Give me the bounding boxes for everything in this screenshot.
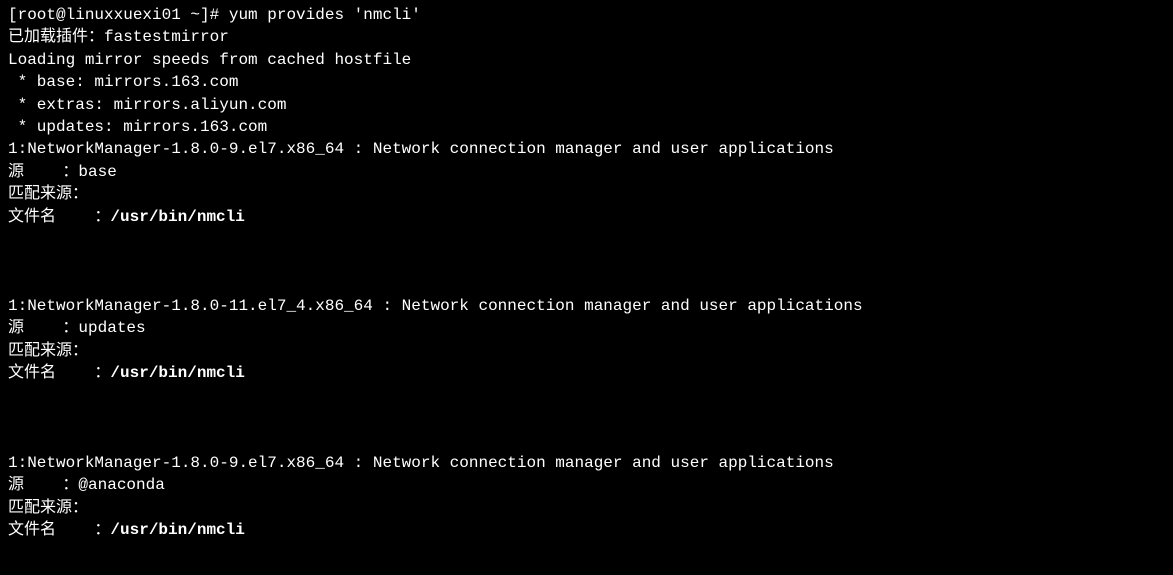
terminal-output[interactable]: [root@linuxxuexi01 ~]# yum provides 'nmc… <box>8 4 1165 541</box>
filename-value: /usr/bin/nmcli <box>110 208 244 226</box>
filename-line: 文件名 ：/usr/bin/nmcli <box>8 362 1165 384</box>
filename-label: 文件名 ： <box>8 521 110 539</box>
filename-label: 文件名 ： <box>8 364 110 382</box>
command-text: yum provides 'nmcli' <box>229 6 421 24</box>
blank-line <box>8 250 1165 272</box>
blank-line <box>8 407 1165 429</box>
filename-value: /usr/bin/nmcli <box>110 364 244 382</box>
blank-line <box>8 273 1165 295</box>
output-line: * extras: mirrors.aliyun.com <box>8 94 1165 116</box>
output-line: * base: mirrors.163.com <box>8 71 1165 93</box>
package-name-desc: 1:NetworkManager-1.8.0-9.el7.x86_64 : Ne… <box>8 452 1165 474</box>
package-source: 源 ：base <box>8 161 1165 183</box>
filename-value: /usr/bin/nmcli <box>110 521 244 539</box>
source-value: @anaconda <box>78 476 164 494</box>
source-value: updates <box>78 319 145 337</box>
command-line: [root@linuxxuexi01 ~]# yum provides 'nmc… <box>8 4 1165 26</box>
filename-line: 文件名 ：/usr/bin/nmcli <box>8 206 1165 228</box>
package-name-desc: 1:NetworkManager-1.8.0-9.el7.x86_64 : Ne… <box>8 138 1165 160</box>
package-name-desc: 1:NetworkManager-1.8.0-11.el7_4.x86_64 :… <box>8 295 1165 317</box>
match-source: 匹配来源： <box>8 340 1165 362</box>
output-line: Loading mirror speeds from cached hostfi… <box>8 49 1165 71</box>
match-source: 匹配来源： <box>8 497 1165 519</box>
source-label: 源 ： <box>8 319 78 337</box>
filename-line: 文件名 ：/usr/bin/nmcli <box>8 519 1165 541</box>
blank-line <box>8 385 1165 407</box>
source-value: base <box>78 163 116 181</box>
package-source: 源 ：@anaconda <box>8 474 1165 496</box>
blank-line <box>8 228 1165 250</box>
output-line: * updates: mirrors.163.com <box>8 116 1165 138</box>
package-source: 源 ：updates <box>8 317 1165 339</box>
output-line: 已加载插件：fastestmirror <box>8 26 1165 48</box>
source-label: 源 ： <box>8 163 78 181</box>
source-label: 源 ： <box>8 476 78 494</box>
blank-line <box>8 429 1165 451</box>
match-source: 匹配来源： <box>8 183 1165 205</box>
shell-prompt: [root@linuxxuexi01 ~]# <box>8 6 229 24</box>
filename-label: 文件名 ： <box>8 208 110 226</box>
